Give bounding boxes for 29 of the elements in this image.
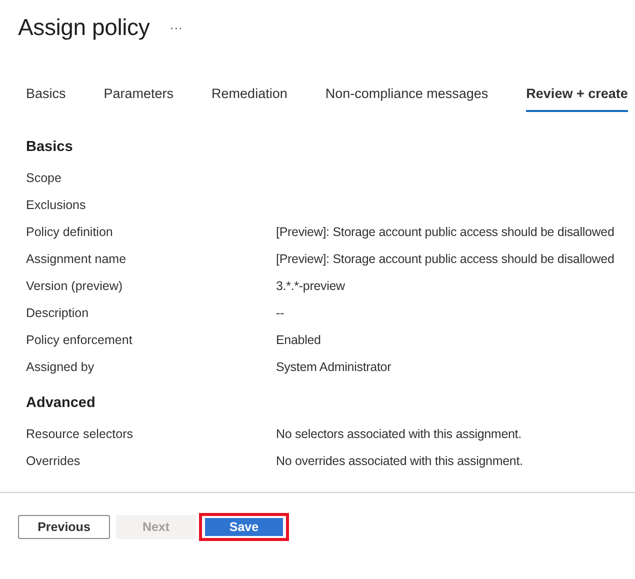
field-value: [Preview]: Storage account public access should be disallowed <box>276 225 614 239</box>
field-value: -- <box>276 306 284 320</box>
field-value: No overrides associated with this assignment. <box>276 454 523 468</box>
field-value: No selectors associated with this assignment. <box>276 427 522 441</box>
field-label: Assigned by <box>26 360 96 374</box>
field-value: System Administrator <box>276 360 392 374</box>
field-value: Enabled <box>276 333 321 347</box>
field-label: Resource selectors <box>26 427 134 441</box>
field-label: Policy enforcement <box>26 333 134 347</box>
field-label: Overrides <box>26 454 82 468</box>
footer-button[interactable]: Previous <box>18 515 110 539</box>
field-label: Description <box>26 306 90 320</box>
field-label: Version (preview) <box>26 279 124 293</box>
field-label: Policy definition <box>26 225 114 239</box>
field-label: Assignment name <box>26 252 128 266</box>
footer-button[interactable]: Save <box>205 518 283 536</box>
tab[interactable]: Parameters <box>104 82 174 112</box>
field-label: Exclusions <box>26 198 87 212</box>
section-heading: Basics <box>26 139 74 155</box>
field-value: [Preview]: Storage account public access should be disallowed <box>276 252 614 266</box>
section-heading: Advanced <box>26 395 96 411</box>
tab[interactable]: Review + create <box>526 82 628 112</box>
field-label: Scope <box>26 171 62 185</box>
page-title: Assign policy <box>18 14 150 40</box>
field-value: 3.*.*-preview <box>276 279 345 293</box>
tab[interactable]: Non-compliance messages <box>325 82 488 112</box>
tab[interactable]: Basics <box>26 82 66 112</box>
more-button[interactable]: ··· <box>170 20 183 34</box>
tab[interactable]: Remediation <box>212 82 288 112</box>
